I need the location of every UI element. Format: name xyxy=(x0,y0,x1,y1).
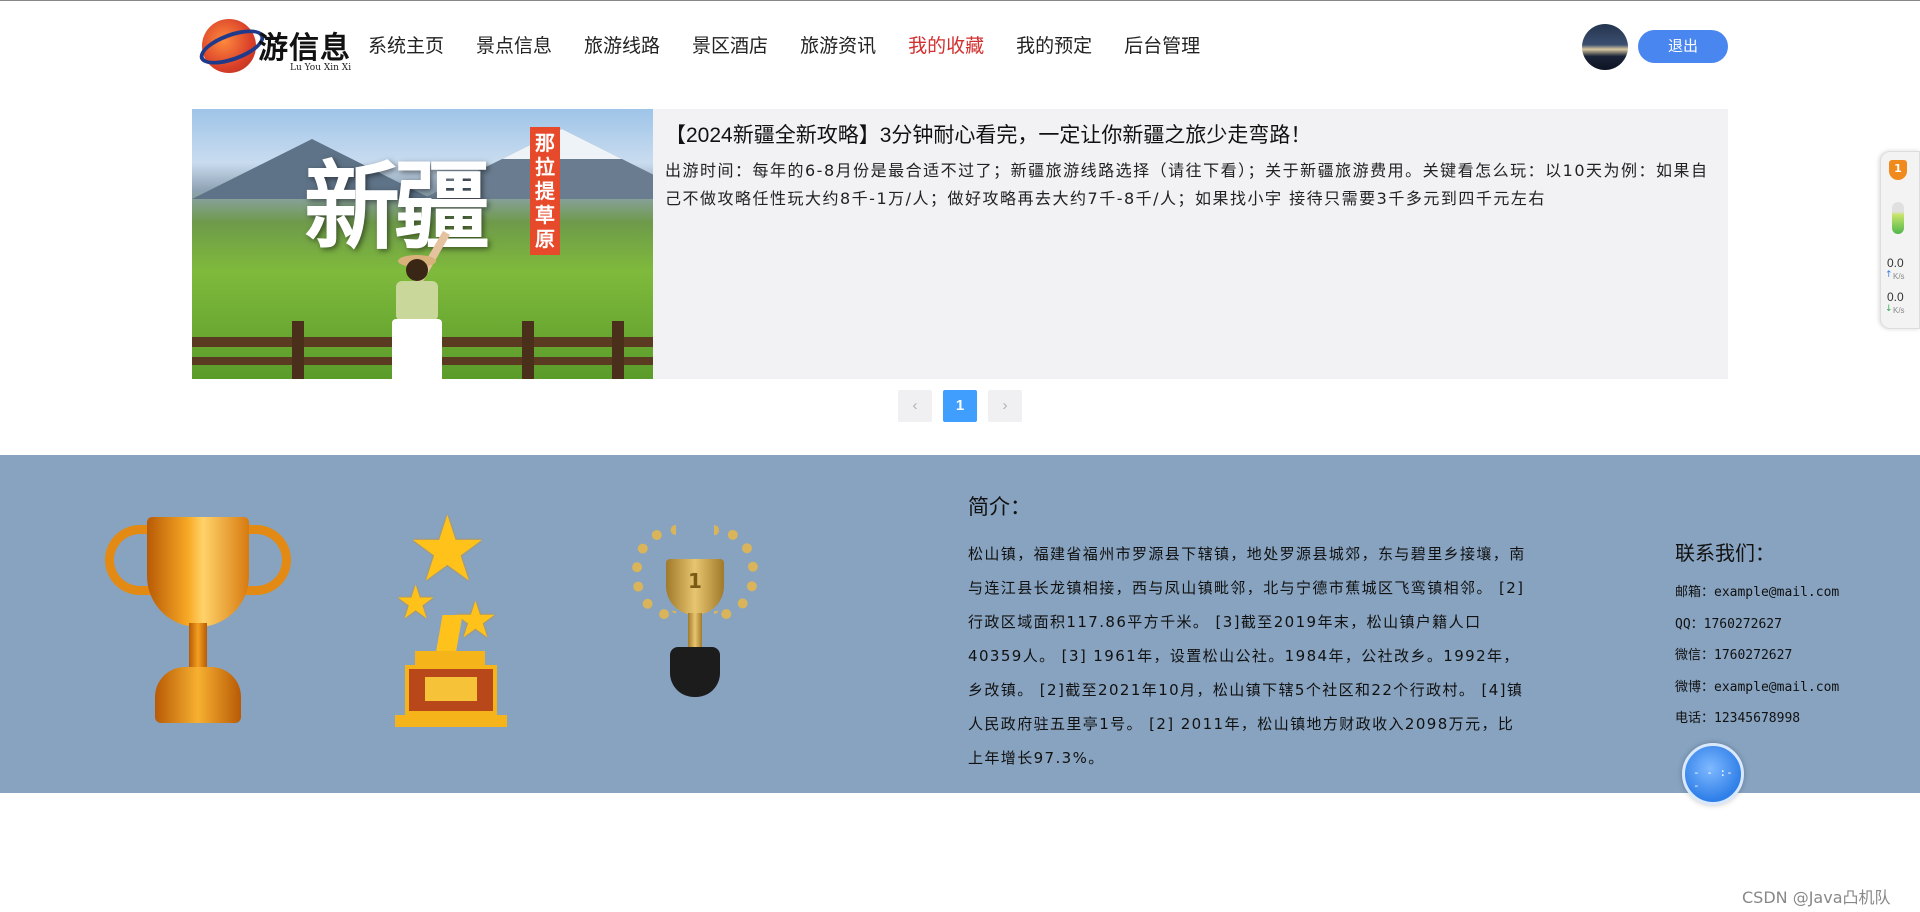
upload-speed-value: 0.0 xyxy=(1887,256,1904,270)
next-page-button[interactable]: › xyxy=(988,390,1022,422)
fence-post xyxy=(612,321,624,379)
nav-news[interactable]: 旅游资讯 xyxy=(800,31,876,58)
logo-text: 游信息 xyxy=(258,31,351,66)
thumbnail-tag: 那拉提草原 xyxy=(530,127,560,255)
nav-favorites[interactable]: 我的收藏 xyxy=(908,31,984,58)
pagination: ‹ 1 › xyxy=(898,390,1033,422)
nav-routes[interactable]: 旅游线路 xyxy=(584,31,660,58)
nav-attractions[interactable]: 景点信息 xyxy=(476,31,552,58)
contact-weibo: 微博：example@mail.com xyxy=(1675,679,1840,695)
watermark: CSDN @Java凸机队 xyxy=(1742,888,1891,907)
contact-qq: QQ：1760272627 xyxy=(1675,616,1782,632)
footer: ★ ★ ★ 1 简介： 松山镇，福建省福州市罗源县下辖镇，地处罗源县城郊，东与碧… xyxy=(0,455,1920,793)
contact-email: 邮箱：example@mail.com xyxy=(1675,585,1840,600)
shield-icon: 1 xyxy=(1889,160,1907,180)
laurel-trophy-icon: 1 xyxy=(632,525,758,725)
contact-list: 邮箱：example@mail.com QQ：1760272627 微信：176… xyxy=(1675,577,1839,735)
gold-cup-trophy-icon xyxy=(105,517,291,732)
logout-button[interactable]: 退出 xyxy=(1638,30,1728,63)
nav-bookings[interactable]: 我的预定 xyxy=(1016,31,1092,58)
nav-admin[interactable]: 后台管理 xyxy=(1124,31,1200,58)
page-number-current[interactable]: 1 xyxy=(943,390,977,422)
star-trophy-icon: ★ ★ ★ xyxy=(395,505,507,735)
nav-home[interactable]: 系统主页 xyxy=(368,31,444,58)
memory-gauge-icon xyxy=(1892,202,1904,234)
favorite-article-card[interactable]: 新疆 那拉提草原 【2024新疆全新攻略】3分钟耐心看完，一定让你新疆之旅少走弯… xyxy=(192,109,1728,379)
upload-arrow-icon: ↑ xyxy=(1885,270,1893,280)
contact-phone: 电话：12345678998 xyxy=(1675,711,1801,726)
traveler-figure xyxy=(384,230,450,379)
intro-heading: 简介： xyxy=(968,495,1031,519)
contact-wechat: 微信：1760272627 xyxy=(1675,648,1793,663)
download-speed-value: 0.0 xyxy=(1887,290,1904,304)
fence-post xyxy=(522,321,534,379)
network-speed-widget[interactable]: 1 0.0 ↑ K/s 0.0 ↓ K/s xyxy=(1880,151,1920,329)
snow-peak-shape xyxy=(502,129,622,159)
upload-speed-unit: K/s xyxy=(1893,272,1905,281)
intro-text: 松山镇，福建省福州市罗源县下辖镇，地处罗源县城郊，东与碧里乡接壤，南与连江县长龙… xyxy=(968,545,1526,767)
floating-assistant-button[interactable] xyxy=(1682,743,1744,805)
prev-page-button[interactable]: ‹ xyxy=(898,390,932,422)
download-speed-unit: K/s xyxy=(1893,306,1905,315)
download-arrow-icon: ↓ xyxy=(1885,304,1893,314)
trophy-number: 1 xyxy=(688,569,702,593)
article-thumbnail[interactable]: 新疆 那拉提草原 xyxy=(192,109,653,379)
site-logo[interactable]: 游信息 Lu You Xin Xi xyxy=(195,13,358,79)
user-avatar[interactable] xyxy=(1582,24,1628,70)
logo-subtitle: Lu You Xin Xi xyxy=(290,63,352,73)
article-title[interactable]: 【2024新疆全新攻略】3分钟耐心看完，一定让你新疆之旅少走弯路！ xyxy=(665,119,1311,149)
thumbnail-title: 新疆 xyxy=(304,150,490,263)
article-description: 出游时间：每年的6-8月份是最合适不过了；新疆旅游线路选择（请往下看）；关于新疆… xyxy=(665,161,1709,208)
main-nav: 系统主页 景点信息 旅游线路 景区酒店 旅游资讯 我的收藏 我的预定 后台管理 xyxy=(368,31,1232,58)
fence-post xyxy=(292,321,304,379)
contact-heading: 联系我们： xyxy=(1675,541,1775,565)
header: 游信息 Lu You Xin Xi 系统主页 景点信息 旅游线路 景区酒店 旅游… xyxy=(0,1,1920,93)
nav-hotels[interactable]: 景区酒店 xyxy=(692,31,768,58)
